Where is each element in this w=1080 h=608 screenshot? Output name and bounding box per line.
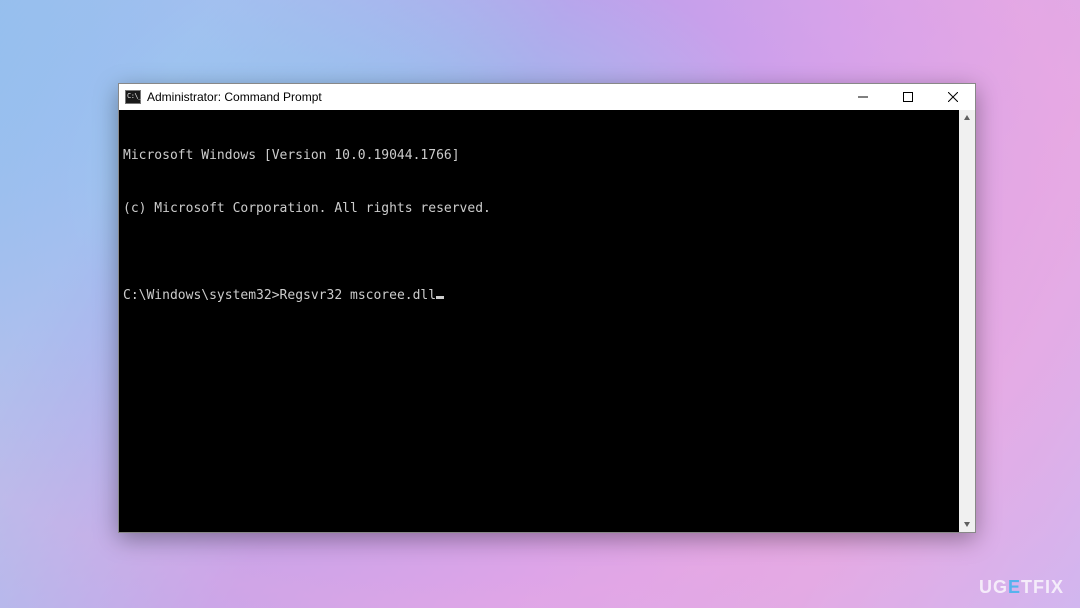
- close-icon: [948, 92, 958, 102]
- terminal-line-version: Microsoft Windows [Version 10.0.19044.17…: [123, 147, 955, 165]
- window-title: Administrator: Command Prompt: [147, 90, 322, 104]
- scroll-up-icon: [963, 114, 971, 122]
- terminal-area: Microsoft Windows [Version 10.0.19044.17…: [119, 110, 975, 532]
- maximize-icon: [903, 92, 913, 102]
- watermark-pre: UG: [979, 577, 1008, 597]
- terminal-output[interactable]: Microsoft Windows [Version 10.0.19044.17…: [119, 110, 959, 532]
- vertical-scrollbar[interactable]: [959, 110, 975, 532]
- terminal-command: Regsvr32 mscoree.dll: [280, 287, 437, 305]
- watermark-post: TFIX: [1021, 577, 1064, 597]
- watermark-accent: E: [1008, 577, 1021, 598]
- cmd-app-icon: [125, 90, 141, 104]
- scroll-down-button[interactable]: [959, 516, 975, 532]
- watermark-logo: UGETFIX: [979, 577, 1064, 598]
- minimize-button[interactable]: [840, 84, 885, 110]
- minimize-icon: [858, 92, 868, 102]
- titlebar[interactable]: Administrator: Command Prompt: [119, 84, 975, 110]
- terminal-cursor: [436, 296, 444, 299]
- terminal-line-copyright: (c) Microsoft Corporation. All rights re…: [123, 200, 955, 218]
- scroll-down-icon: [963, 520, 971, 528]
- scroll-track[interactable]: [959, 126, 975, 516]
- window-controls: [840, 84, 975, 110]
- terminal-prompt: C:\Windows\system32>: [123, 287, 280, 305]
- close-button[interactable]: [930, 84, 975, 110]
- command-prompt-window: Administrator: Command Prompt Microsoft …: [118, 83, 976, 533]
- terminal-prompt-line: C:\Windows\system32>Regsvr32 mscoree.dll: [123, 287, 955, 305]
- scroll-up-button[interactable]: [959, 110, 975, 126]
- maximize-button[interactable]: [885, 84, 930, 110]
